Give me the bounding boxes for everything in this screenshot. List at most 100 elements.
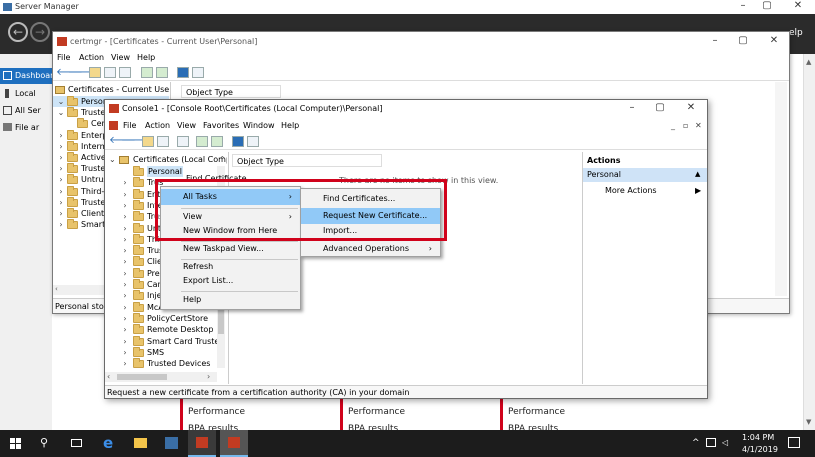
collapse-triangle-icon[interactable]: ▲ <box>695 170 700 178</box>
console-column-object-type[interactable]: Object Type <box>232 154 382 167</box>
tree-scroll-up-icon[interactable]: ^ <box>219 154 226 165</box>
certmgr-maximize-button[interactable]: ▢ <box>733 35 753 46</box>
tree-expand-chevron[interactable]: › <box>121 256 129 267</box>
tree-expand-chevron[interactable]: › <box>121 358 129 369</box>
console-tree-item[interactable]: › Trusted Devices <box>105 358 217 369</box>
tree-expand-chevron[interactable]: › <box>121 200 129 211</box>
console-menu-action[interactable]: Action <box>145 121 170 130</box>
search-icon[interactable]: ⚲ <box>40 436 48 449</box>
file-explorer-icon[interactable] <box>134 438 147 448</box>
console-child-close-button[interactable]: ✕ <box>695 121 702 130</box>
certmgr-tree-root[interactable]: Certificates - Current User <box>55 84 169 95</box>
server-manager-help[interactable]: elp <box>789 28 803 38</box>
submenu-advanced-operations[interactable]: Advanced Operations › <box>301 241 440 257</box>
tree-expand-chevron[interactable]: › <box>121 279 129 290</box>
tree-expand-chevron[interactable]: ⌄ <box>57 96 65 107</box>
clock-time[interactable]: 1:04 PM <box>742 433 774 442</box>
certmgr-minimize-button[interactable]: – <box>705 35 725 46</box>
tree-expand-chevron[interactable]: › <box>57 163 65 174</box>
console-scroll-right-icon[interactable]: › <box>207 372 210 381</box>
certmgr-menu-action[interactable]: Action <box>79 53 104 62</box>
console-tree-item[interactable]: › Remote Desktop <box>105 324 217 335</box>
console-tree-item[interactable]: ›Smart Card Trusted R <box>105 335 217 347</box>
certmgr-menu-view[interactable]: View <box>111 53 130 62</box>
console-up-folder-icon[interactable] <box>142 136 154 147</box>
tree-expand-chevron[interactable]: › <box>121 189 129 200</box>
server-manager-taskbar-icon[interactable] <box>165 437 178 449</box>
task-view-icon[interactable] <box>71 439 82 447</box>
console-tree-item[interactable]: › PolicyCertStore <box>105 312 217 324</box>
console-refresh-icon[interactable] <box>196 136 208 147</box>
console-scroll-thumb[interactable] <box>117 374 167 380</box>
context-menu-export-list[interactable]: Export List... <box>161 273 300 289</box>
console-close-button[interactable]: ✕ <box>681 102 701 113</box>
edge-browser-icon[interactable]: e <box>103 434 113 452</box>
console-maximize-button[interactable]: ▢ <box>650 102 670 113</box>
scroll-down-icon[interactable]: ▼ <box>806 418 811 426</box>
help-icon[interactable] <box>177 67 189 78</box>
nav-file-services[interactable]: File ar <box>0 121 52 135</box>
clock-date[interactable]: 4/1/2019 <box>742 445 778 454</box>
up-folder-icon[interactable] <box>89 67 101 78</box>
console-show-tree-icon[interactable] <box>157 136 169 147</box>
tree-expand-chevron[interactable]: › <box>57 130 65 141</box>
nav-local[interactable]: Local <box>0 87 52 101</box>
tree-expand-chevron[interactable]: › <box>57 186 65 197</box>
tree-expand-chevron[interactable]: › <box>57 152 65 163</box>
tree-expand-chevron[interactable]: › <box>57 174 65 185</box>
back-icon[interactable]: ← <box>8 22 28 42</box>
actions-group-personal[interactable]: Personal ▲ <box>583 168 707 182</box>
mmc-taskbar-icon-2[interactable] <box>220 430 248 457</box>
properties-icon[interactable] <box>119 67 131 78</box>
tree-expand-chevron[interactable]: › <box>57 197 65 208</box>
tree-expand-chevron[interactable]: › <box>121 177 129 188</box>
export-icon[interactable] <box>156 67 168 78</box>
console-menu-favorites[interactable]: Favorites <box>203 121 239 130</box>
volume-icon[interactable]: ◁ <box>722 438 728 447</box>
show-hidden-icons-chevron[interactable]: ^ <box>692 438 700 448</box>
console-scroll-left-icon[interactable]: ‹ <box>107 372 110 381</box>
nav-all-servers[interactable]: All Ser <box>0 104 52 118</box>
console-tree-item[interactable]: › SMS <box>105 346 217 358</box>
sm-maximize-button[interactable]: ▢ <box>757 0 777 11</box>
show-tree-icon[interactable] <box>104 67 116 78</box>
forward-icon[interactable]: → <box>30 22 50 42</box>
tree-expand-chevron[interactable]: › <box>121 223 129 234</box>
console-tree-root[interactable]: ⌄ Certificates (Local Comp ^ <box>109 154 227 165</box>
tree-expand-chevron[interactable]: ⌄ <box>57 107 65 118</box>
server-manager-scrollbar[interactable]: ▲ ▼ <box>803 54 815 430</box>
dashboard-tile-3[interactable]: Performance BPA results <box>500 398 640 434</box>
sm-close-button[interactable]: ✕ <box>788 0 808 11</box>
certmgr-menu-file[interactable]: File <box>57 53 70 62</box>
console-view-icon[interactable] <box>247 136 259 147</box>
tree-expand-chevron[interactable]: › <box>121 211 129 222</box>
tree-expand-chevron[interactable]: › <box>121 245 129 256</box>
console-menu-view[interactable]: View <box>177 121 196 130</box>
tree-expand-chevron[interactable]: › <box>121 302 129 313</box>
network-icon[interactable] <box>706 438 716 447</box>
notifications-icon[interactable] <box>788 437 800 448</box>
certmgr-close-button[interactable]: ✕ <box>764 35 784 46</box>
tree-expand-chevron[interactable]: › <box>57 141 65 152</box>
tree-expand-chevron[interactable]: › <box>57 208 65 219</box>
mmc-taskbar-icon-1[interactable] <box>188 430 216 457</box>
context-menu-help[interactable]: Help <box>161 292 300 308</box>
console-properties-icon[interactable] <box>177 136 189 147</box>
tree-expand-chevron[interactable]: › <box>57 219 65 230</box>
start-button-windows-icon[interactable] <box>10 438 21 449</box>
dashboard-tile-2[interactable]: Performance BPA results <box>340 398 480 434</box>
actions-more-actions[interactable]: More Actions ▶ <box>583 185 707 198</box>
console-child-restore-button[interactable]: ▫ <box>683 121 688 130</box>
sm-minimize-button[interactable]: – <box>733 0 753 11</box>
tree-expand-chevron[interactable]: › <box>121 268 129 279</box>
tree-expand-chevron[interactable]: › <box>121 234 129 245</box>
console-help-icon[interactable] <box>232 136 244 147</box>
tree-expand-chevron[interactable]: › <box>121 336 129 347</box>
tree-expand-chevron[interactable]: › <box>121 313 129 324</box>
tree-expand-chevron[interactable]: › <box>121 347 129 358</box>
tree-expand-chevron[interactable]: › <box>121 290 129 301</box>
console-tree-hscroll[interactable]: ‹ › <box>105 372 217 382</box>
view-icon[interactable] <box>192 67 204 78</box>
console-minimize-button[interactable]: – <box>622 102 642 113</box>
scroll-up-icon[interactable]: ▲ <box>806 58 811 66</box>
